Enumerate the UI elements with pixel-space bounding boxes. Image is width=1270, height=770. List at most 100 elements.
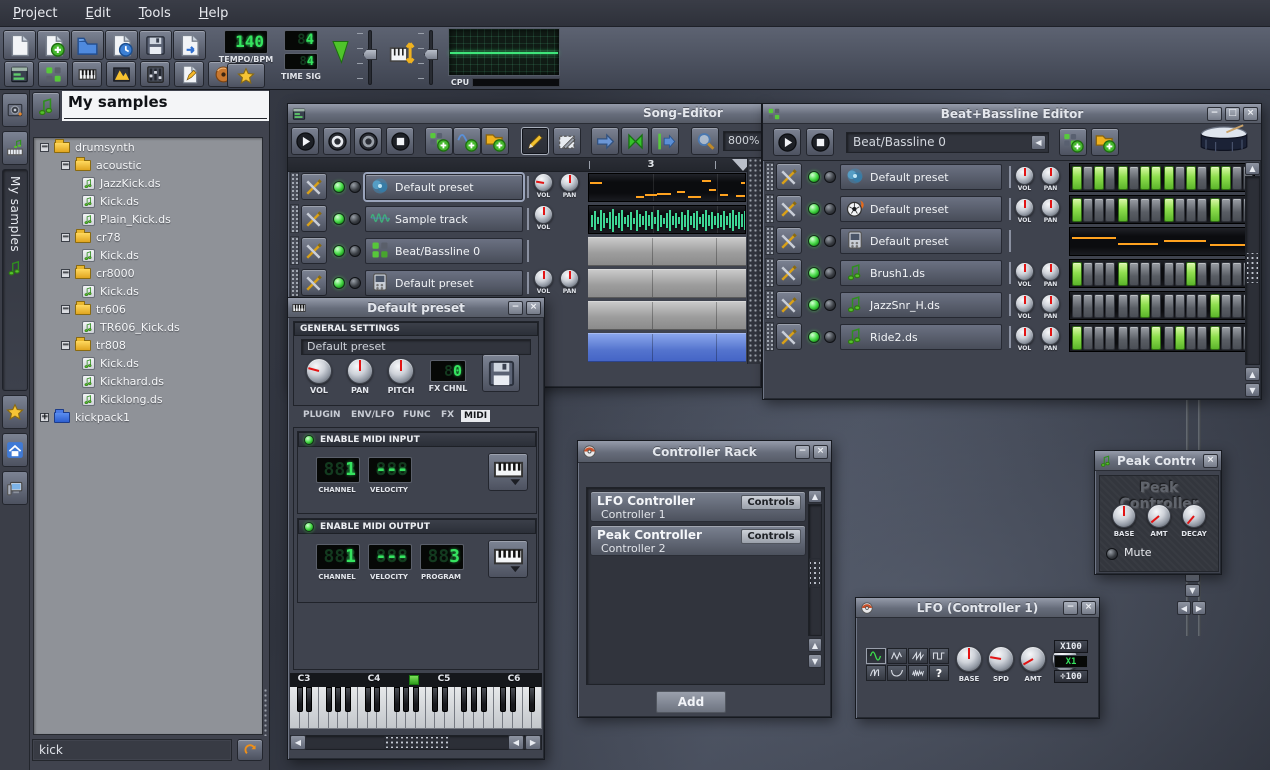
beat-cell[interactable] [1186,326,1196,350]
pan-knob[interactable] [347,358,373,384]
preset-name-field[interactable]: Default preset [301,339,531,355]
beat-cell[interactable] [1232,262,1242,286]
beat-cell[interactable] [1140,262,1150,286]
mute-checkbox[interactable] [1106,548,1118,560]
channel-display[interactable]: 8881 [316,544,360,570]
beat-cell[interactable] [1083,166,1093,190]
tree-item[interactable]: −acoustic [34,156,262,174]
pitch-knob[interactable] [388,358,414,384]
track-name-plate[interactable]: Ride2.ds [840,324,1002,350]
scroll-right-icon[interactable]: ▶ [1192,601,1206,615]
beat-cell[interactable] [1221,166,1231,190]
master-pitch-handle[interactable] [424,49,438,60]
rack-titlebar[interactable]: Controller Rack−× [578,441,831,463]
velocity-display[interactable]: 888--- [368,457,412,483]
beat-cell[interactable] [1210,262,1220,286]
scroll-down-icon[interactable]: ▼ [808,654,822,668]
tree-expander[interactable]: − [61,161,70,170]
base-knob[interactable] [956,646,982,672]
scroll-right-icon[interactable]: ▶ [525,735,541,750]
empty-pattern-cell[interactable] [588,237,746,266]
tree-expander[interactable]: − [61,341,70,350]
sidebar-tab-samples[interactable] [2,131,28,165]
controls-button[interactable]: Controls [741,529,801,544]
samples-header-icon-button[interactable] [32,92,60,120]
scroll-up-icon[interactable]: ▲ [808,490,822,503]
track-name-plate[interactable]: Brush1.ds [840,260,1002,286]
beat-cell[interactable] [1105,294,1115,318]
solo-led[interactable] [824,267,836,279]
tree-expander[interactable]: − [61,233,70,242]
moog-saw-wave-button[interactable] [866,665,886,681]
scroll-left-icon[interactable]: ◀ [290,735,306,750]
tree-item[interactable]: Kick.ds [34,282,262,300]
bb-pattern-select[interactable]: Beat/Bassline 0◀ [846,132,1049,153]
piano-key-black[interactable] [471,687,477,712]
beat-cell[interactable] [1118,262,1128,286]
beat-cell[interactable] [1140,198,1150,222]
track-name-plate[interactable]: Default preset [365,270,523,296]
search-input[interactable] [33,740,231,760]
draw-mode-button[interactable] [521,127,549,155]
beat-cell[interactable] [1164,294,1174,318]
instrument-titlebar[interactable]: Default preset−× [288,298,544,318]
vol-knob[interactable] [534,269,553,288]
project-notes-button[interactable] [174,61,204,87]
beat-cell[interactable] [1072,198,1082,222]
end-flag-button[interactable] [621,127,649,155]
track-name-plate[interactable]: Default preset [840,196,1002,222]
minimize-button[interactable]: − [1063,601,1078,615]
beat-cell[interactable] [1232,166,1242,190]
track-lines-button[interactable] [651,127,679,155]
beat-cell[interactable] [1221,326,1231,350]
vol-knob[interactable] [1015,198,1034,217]
mute-led[interactable] [333,181,345,193]
piano-key-black[interactable] [394,687,400,712]
scroll-up-icon[interactable]: ▲ [1245,367,1260,381]
recent-projects-button[interactable] [105,30,138,60]
close-button[interactable]: × [1081,601,1096,615]
mute-led[interactable] [808,203,820,215]
beat-cell[interactable] [1175,262,1185,286]
solo-led[interactable] [349,277,361,289]
track-actions-button[interactable] [301,205,327,232]
beat-cell[interactable] [1105,262,1115,286]
beat-cell[interactable] [1197,294,1207,318]
close-button[interactable]: × [1203,454,1218,468]
search-refresh-button[interactable] [237,739,263,761]
piano-key-black[interactable] [481,687,487,712]
beat-cell[interactable] [1175,326,1185,350]
track-grip[interactable] [765,194,774,223]
stop-button[interactable] [386,127,414,155]
beat-cell[interactable] [1221,198,1231,222]
tab-func[interactable]: FUNC [403,410,431,420]
beat-cell[interactable] [1197,198,1207,222]
beat-cell[interactable] [1094,326,1104,350]
controls-button[interactable]: Controls [741,495,801,510]
sidebar-tab-my-samples[interactable]: My samples [2,169,28,391]
solo-led[interactable] [349,213,361,225]
beat-cell[interactable] [1232,198,1242,222]
track-grip[interactable] [290,172,299,201]
sample-pattern-segment[interactable] [588,205,746,234]
exponential-wave-button[interactable] [887,665,907,681]
tree-item[interactable]: Kick.ds [34,246,262,264]
beat-cell[interactable] [1083,326,1093,350]
beat-cell[interactable] [1105,198,1115,222]
noise-wave-button[interactable] [908,665,928,681]
fx-mixer-button[interactable] [140,61,170,87]
save-preset-button[interactable] [482,354,520,392]
controller-item[interactable]: Peak ControllerControlsController 2 [590,525,806,556]
beat-cell[interactable] [1175,166,1185,190]
tree-item[interactable]: −tr606 [34,300,262,318]
beat-cell[interactable] [1151,262,1161,286]
beat-cell[interactable] [1164,262,1174,286]
tree-item[interactable]: Plain_Kick.ds [34,210,262,228]
zoom-button[interactable] [691,127,719,155]
tree-expander[interactable]: + [40,413,49,422]
midi-keyboard-button[interactable] [488,540,528,578]
open-project-button[interactable] [71,30,104,60]
track-grip[interactable] [765,258,774,287]
triangle-wave-button[interactable] [887,648,907,664]
save-project-button[interactable] [139,30,172,60]
